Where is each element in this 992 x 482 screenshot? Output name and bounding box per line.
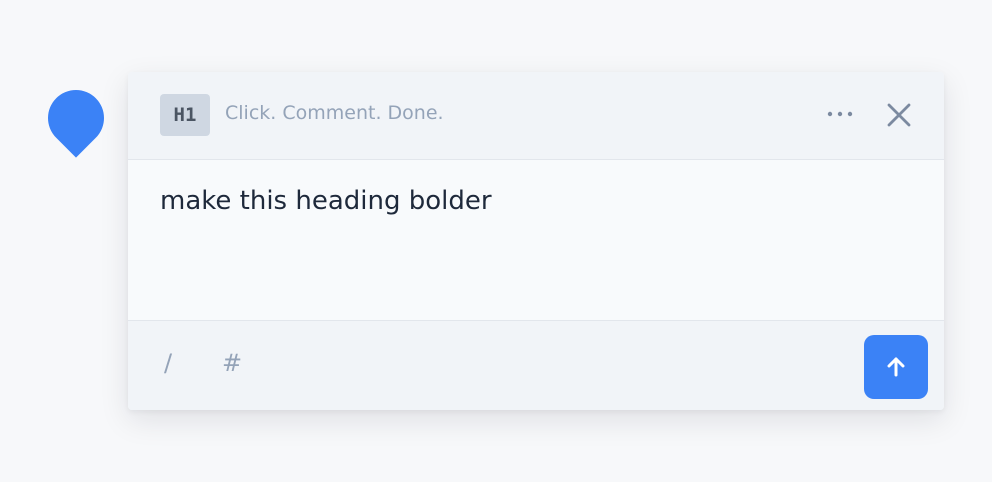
popover-footer: / #: [128, 320, 944, 410]
comment-text[interactable]: make this heading bolder: [160, 186, 492, 216]
slash-command-button[interactable]: /: [164, 349, 172, 377]
more-horizontal-icon[interactable]: [824, 102, 856, 126]
hash-command-button[interactable]: #: [222, 349, 242, 377]
comment-popover: H1 Click. Comment. Done. make this headi…: [128, 72, 944, 410]
location-pin-icon[interactable]: [36, 78, 116, 158]
popover-header: H1 Click. Comment. Done.: [128, 72, 944, 160]
comment-input-area[interactable]: make this heading bolder: [128, 160, 944, 320]
send-button[interactable]: [864, 335, 928, 399]
arrow-up-icon: [887, 357, 905, 377]
stage: H1 Click. Comment. Done. make this headi…: [0, 0, 992, 482]
close-icon[interactable]: [884, 100, 914, 130]
popover-subtitle: Click. Comment. Done.: [225, 102, 444, 124]
element-tag-badge: H1: [160, 94, 210, 136]
